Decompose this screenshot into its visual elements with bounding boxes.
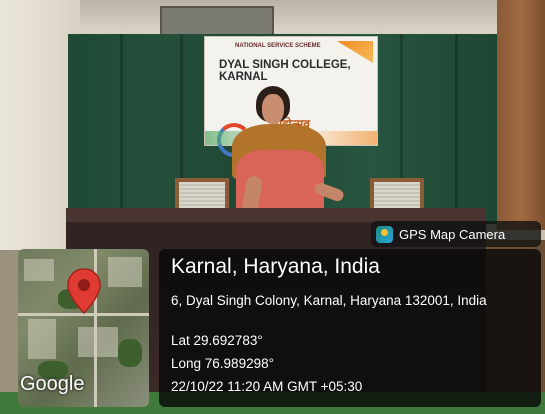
banner-org: NATIONAL SERVICE SCHEME xyxy=(235,43,321,49)
location-pin-icon xyxy=(67,268,101,315)
gps-map-camera-app-icon xyxy=(376,225,393,243)
map-block xyxy=(108,257,142,287)
banner-college: DYAL SINGH COLLEGE, KARNAL xyxy=(219,59,351,83)
map-trees xyxy=(118,339,142,367)
chair-left xyxy=(175,178,229,212)
curtain-fold xyxy=(120,34,123,224)
location-city: Karnal, Haryana, India xyxy=(171,255,380,278)
person-face xyxy=(262,94,284,124)
location-timestamp: 22/10/22 11:20 AM GMT +05:30 xyxy=(171,379,363,394)
window xyxy=(160,6,274,36)
chair-right xyxy=(370,178,424,212)
map-block xyxy=(28,319,56,359)
gps-map-camera-tag: GPS Map Camera xyxy=(371,221,541,247)
wooden-panel xyxy=(497,0,545,230)
location-longitude: Long 76.989298° xyxy=(171,356,274,371)
location-info-card: Karnal, Haryana, India 6, Dyal Singh Col… xyxy=(159,249,541,407)
gps-tag-label: GPS Map Camera xyxy=(399,226,506,242)
location-address: 6, Dyal Singh Colony, Karnal, Haryana 13… xyxy=(171,293,487,308)
table-top xyxy=(66,208,486,222)
map-block xyxy=(24,259,54,281)
map-block xyxy=(78,327,118,357)
location-latitude: Lat 29.692783° xyxy=(171,333,263,348)
google-logo: Google xyxy=(20,373,85,395)
curtain-fold xyxy=(455,34,458,224)
map-thumbnail: Google xyxy=(18,249,149,407)
